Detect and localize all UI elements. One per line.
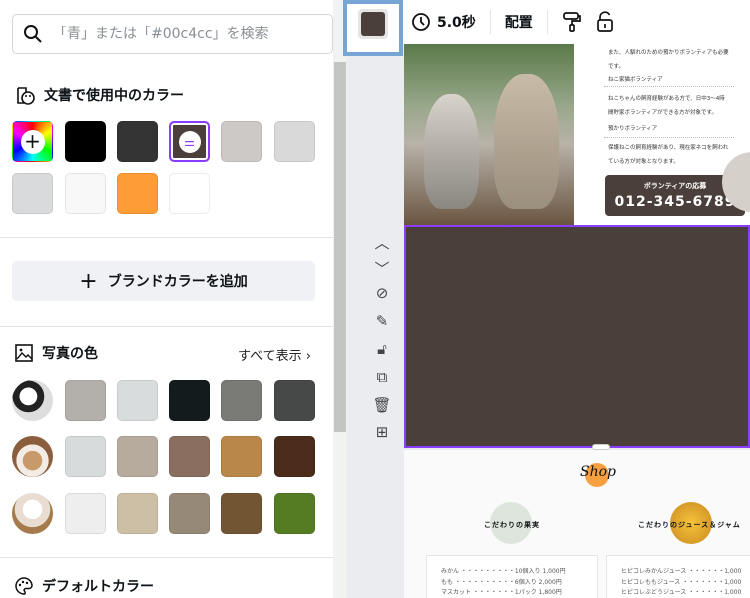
photo-color-swatch[interactable] — [65, 436, 106, 477]
hide-icon[interactable]: ⊘ — [368, 284, 396, 302]
photo-thumbnail-cat-box[interactable] — [12, 493, 53, 534]
volunteer-text-line: ねこ家猫ボランティア — [608, 77, 663, 83]
photo-color-swatch[interactable] — [117, 493, 158, 534]
color-picker-button[interactable] — [343, 0, 403, 56]
delete-page-icon[interactable]: 🗑︎ — [368, 396, 396, 414]
photo-thumbnail-cat[interactable] — [12, 380, 53, 421]
divider — [0, 237, 333, 238]
move-down-icon[interactable]: ﹀ — [368, 258, 396, 279]
plus-icon: + — [79, 268, 98, 294]
color-swatch[interactable] — [12, 173, 53, 214]
fruits-title: こだわりの果実 — [484, 521, 540, 529]
selected-page-background[interactable] — [404, 225, 750, 448]
photo-color-swatch[interactable] — [274, 380, 315, 421]
default-colors-heading: デフォルトカラー — [14, 576, 154, 596]
see-all-link[interactable]: すべて表示 › — [238, 345, 311, 364]
color-search[interactable] — [12, 14, 333, 54]
add-brand-color-button[interactable]: + ブランドカラーを追加 — [12, 261, 315, 301]
color-panel: 文書で使用中のカラー + + ブランドカラーを追加 写真の色 すべて表示 › デフ… — [0, 0, 333, 598]
photo-color-swatch[interactable] — [169, 380, 210, 421]
color-swatch[interactable] — [117, 121, 158, 162]
color-swatch[interactable] — [274, 121, 315, 162]
duplicate-page-icon[interactable]: ⧉ — [368, 368, 396, 386]
juice-menu-item: ヒピコレぶどうジュース ・・・・・・1,000 — [621, 589, 742, 596]
toolbar: 5.0秒 配置 — [403, 0, 750, 44]
page-shop[interactable]: Shop こだわりの果実 こだわりのジュース＆ジャム みかん ・・・・・・・・・… — [404, 450, 750, 598]
color-swatch[interactable] — [65, 173, 106, 214]
photo-color-swatch[interactable] — [221, 493, 262, 534]
duration-label: 5.0秒 — [437, 15, 476, 31]
juice-menu-item: ヒピコレももジュース ・・・・・・・1,000 — [621, 578, 742, 586]
palette-icon — [15, 577, 33, 595]
divider — [546, 10, 548, 34]
see-all-label: すべて表示 — [238, 349, 302, 364]
volunteer-text-line: また、人馴れのための預かりボランティアも必要 — [608, 50, 729, 56]
duration-button[interactable]: 5.0秒 — [411, 12, 476, 32]
search-input[interactable] — [53, 26, 323, 42]
photo-color-swatch[interactable] — [117, 436, 158, 477]
color-swatch[interactable] — [65, 121, 106, 162]
selected-color-swatch — [361, 12, 385, 36]
notes-icon[interactable]: ✎ — [368, 312, 396, 330]
volunteer-text-line: ねこちゃんの飼育経験がある方で、日中3〜4時 — [608, 96, 725, 102]
volunteer-text-line: 預かりボランティア — [608, 126, 658, 132]
color-swatch[interactable] — [117, 173, 158, 214]
clock-icon — [412, 13, 430, 31]
divider — [604, 137, 734, 138]
volunteer-text-line: ている方が対象となります。 — [608, 159, 679, 165]
scrollbar-thumb[interactable] — [334, 62, 346, 432]
volunteer-text-line: です。 — [608, 64, 624, 70]
default-colors-title: デフォルトカラー — [42, 579, 154, 595]
photo-color-swatch[interactable] — [65, 380, 106, 421]
volunteer-text-line: 間貯家ボランティアができる方が対象です。 — [608, 110, 718, 116]
fruits-menu: みかん ・・・・・・・・・10個入り 1,000円 もも ・・・・・・・・・・6個… — [426, 555, 598, 598]
photo-color-swatch[interactable] — [274, 436, 315, 477]
unlock-page-icon[interactable]: 🔓︎ — [368, 340, 396, 358]
color-swatch[interactable] — [169, 173, 210, 214]
fruit-menu-item: みかん ・・・・・・・・・10個入り 1,000円 — [441, 568, 566, 575]
plus-icon: + — [20, 129, 45, 154]
arrange-button[interactable]: 配置 — [505, 12, 533, 32]
photo-thumbnail-coffee[interactable] — [12, 436, 53, 477]
photo-color-swatch[interactable] — [169, 493, 210, 534]
photo-color-swatch[interactable] — [117, 380, 158, 421]
volunteer-text-line: 保護ねこの飼育経験があり、現在家ネコを飼われ — [608, 145, 729, 151]
divider — [604, 86, 734, 87]
photo-colors-title: 写真の色 — [42, 346, 98, 362]
fruit-menu-item: マスカット ・・・・・・・1パック 1,800円 — [441, 589, 562, 596]
color-swatch[interactable] — [221, 121, 262, 162]
photo-color-swatch[interactable] — [221, 380, 262, 421]
photo-colors-heading: 写真の色 — [14, 343, 98, 363]
juice-menu-item: ヒピコレみかんジュース ・・・・・・1,000 — [621, 568, 742, 575]
page-volunteer[interactable]: ボランティアの応募 012-345-6789 また、人馴れのための預かりボランテ… — [404, 44, 750, 225]
adjust-sliders-icon: ⚌ — [178, 131, 201, 153]
phone-number: 012-345-6789 — [614, 194, 736, 210]
move-up-icon[interactable]: ︿ — [368, 232, 396, 253]
photo-color-swatch[interactable] — [169, 436, 210, 477]
add-color-button[interactable]: + — [12, 121, 53, 162]
doc-colors-title: 文書で使用中のカラー — [44, 88, 184, 104]
image-icon — [15, 344, 33, 362]
add-page-icon[interactable]: ⊞ — [368, 423, 396, 441]
color-swatch[interactable]: ⚌ — [169, 121, 210, 162]
add-brand-color-label: ブランドカラーを追加 — [107, 274, 248, 290]
photo-color-swatch[interactable] — [274, 493, 315, 534]
divider — [0, 326, 333, 327]
juice-menu: ヒピコレみかんジュース ・・・・・・1,000 ヒピコレももジュース ・・・・・・… — [606, 555, 750, 598]
cats-photo — [404, 44, 574, 225]
photo-color-swatch[interactable] — [65, 493, 106, 534]
chevron-right-icon: › — [305, 349, 311, 364]
search-icon — [24, 25, 42, 43]
doc-colors-heading: 文書で使用中のカラー — [14, 84, 184, 106]
unlock-icon[interactable] — [596, 11, 614, 33]
shop-logo: Shop — [580, 464, 616, 480]
paint-roller-icon[interactable] — [562, 11, 582, 33]
juice-title: こだわりのジュース＆ジャム — [638, 521, 741, 529]
divider — [0, 557, 333, 558]
fruit-menu-item: もも ・・・・・・・・・・6個入り 2,000円 — [441, 578, 562, 586]
photo-color-swatch[interactable] — [221, 436, 262, 477]
divider — [489, 10, 491, 34]
document-palette-icon — [17, 87, 35, 105]
